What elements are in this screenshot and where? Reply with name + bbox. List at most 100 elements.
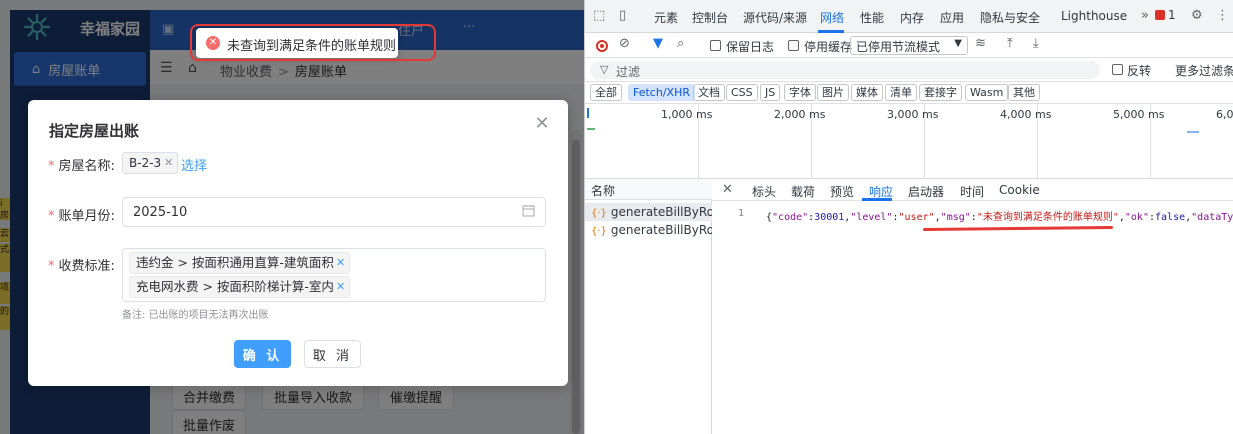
type-js[interactable]: JS [760,84,781,101]
request-detail: ✕ 标头 载荷 预览 响应 启动器 时间 Cookie 1 {"code":30… [712,179,1233,434]
filter-placeholder: 过滤 [616,65,641,79]
timeline-cursor [587,108,589,118]
type-doc[interactable]: 文档 [693,84,725,101]
request-row[interactable]: {·}generateBillByRo... [585,203,712,221]
remark-text: 备注: 已出账的项目无法再次出账 [122,310,269,321]
app-window: i房 云( 式 项 的 幸福家园 ⌂ 房屋账单 ▣ 住户 ··· ☰ ⌂ 物业 [0,0,584,434]
filter-icon: ▽ [600,63,609,76]
fee-standard-label: * 收费标准: [48,259,115,274]
more-tabs-icon[interactable]: » [1141,8,1149,23]
kebab-menu-icon[interactable]: ⋮ [1216,8,1229,23]
bill-month-label: * 账单月份: [48,209,115,224]
response-json[interactable]: {"code":30001,"level":"user","msg":"未查询到… [766,208,1233,223]
gear-icon[interactable]: ⚙ [1191,8,1203,23]
tab-cookie[interactable]: Cookie [999,183,1040,197]
devtools-tabbar: ⬚ ▯ 元素 控制台 源代码/来源 网络 性能 内存 应用 隐私与安全 Ligh… [585,0,1233,33]
close-icon[interactable]: ✕ [336,253,345,273]
search-icon[interactable]: ⌕ [677,36,684,51]
tab-memory[interactable]: 内存 [900,9,924,26]
tab-timing[interactable]: 时间 [960,183,984,200]
timeline-label: 3,000 ms [887,108,939,121]
download-icon[interactable]: ⤓ [1033,36,1039,51]
type-media[interactable]: 媒体 [851,84,883,101]
fee-tag: 充电网水费 > 按面积阶梯计算-室内 ✕ [129,276,351,298]
cancel-button[interactable]: 取 消 [304,340,361,368]
confirm-button[interactable]: 确 认 [234,340,291,368]
type-manifest[interactable]: 清单 [885,84,917,101]
devtools-panel: ⬚ ▯ 元素 控制台 源代码/来源 网络 性能 内存 应用 隐私与安全 Ligh… [584,0,1233,434]
record-icon[interactable] [596,40,608,52]
tab-sources[interactable]: 源代码/来源 [743,9,807,26]
tab-headers[interactable]: 标头 [752,183,776,200]
assign-house-bill-dialog: 指定房屋出账 ✕ * 房屋名称: B-2-3 ✕ 选择 * 账单月份: 2025-1… [28,100,568,386]
network-timeline[interactable]: 1,000 ms 2,000 ms 3,000 ms 4,000 ms 5,00… [585,104,1233,179]
invert-label: 反转 [1127,64,1152,78]
annotation-highlight [190,24,436,61]
preserve-log-label: 保留日志 [726,40,775,54]
close-icon[interactable]: ✕ [722,182,733,197]
tab-payload[interactable]: 载荷 [791,183,815,200]
close-icon[interactable]: ✕ [164,153,173,173]
house-tag-text: B-2-3 [129,156,162,170]
detail-tabbar: ✕ 标头 载荷 预览 响应 启动器 时间 Cookie [712,179,1233,201]
tab-console[interactable]: 控制台 [692,9,728,26]
throttle-value: 已停用节流模式 [856,40,941,54]
response-line: 1 {"code":30001,"level":"user","msg":"未查… [712,207,1233,223]
timeline-bar [1187,131,1199,133]
more-filters-button[interactable]: 更多过滤条件 [1175,62,1233,79]
timeline-label: 5,000 ms [1113,108,1165,121]
preserve-log-checkbox[interactable] [710,40,721,51]
annotation-underline [922,226,1114,231]
type-all[interactable]: 全部 [590,84,622,101]
line-number: 1 [738,208,745,219]
request-row[interactable]: {·}generateBillByRo... [585,221,712,239]
tab-elements[interactable]: 元素 [654,9,678,26]
filter-icon[interactable]: ▼ [653,36,663,51]
calendar-icon [522,205,535,217]
tab-performance[interactable]: 性能 [860,9,884,26]
throttle-select[interactable]: 已停用节流模式 ▼ [850,36,968,55]
type-css[interactable]: CSS [726,84,758,101]
inspect-icon[interactable]: ⬚ [593,8,605,23]
type-fetch-xhr[interactable]: Fetch/XHR [628,84,695,101]
timeline-bar [587,128,595,130]
timeline-label: 4,000 ms [1000,108,1052,121]
type-font[interactable]: 字体 [784,84,816,101]
bill-month-input[interactable]: 2025-10 [122,197,546,227]
wifi-icon[interactable]: ≋ [975,36,986,51]
choose-house-link[interactable]: 选择 [181,155,207,174]
tab-lighthouse[interactable]: Lighthouse [1061,9,1127,23]
request-list: 名称 {·}generateBillByRo... {·}generateBil… [585,179,712,434]
filter-input[interactable]: ▽ 过滤 [590,61,1100,79]
requests-header[interactable]: 名称 [585,179,712,200]
timeline-label: 1,000 ms [661,108,713,121]
house-tag: B-2-3 ✕ [122,152,179,174]
invert-checkbox[interactable] [1112,64,1123,75]
issue-count: 1 [1168,8,1176,22]
type-wasm[interactable]: Wasm [965,84,1009,101]
tab-privacy[interactable]: 隐私与安全 [980,9,1040,26]
timeline-label: 2,000 ms [774,108,826,121]
type-other[interactable]: 其他 [1008,84,1040,101]
clear-icon[interactable]: ⊘ [619,36,630,51]
resource-type-filters: 全部 Fetch/XHR 文档 CSS JS 字体 图片 媒体 清单 套接字 W… [585,82,1233,104]
tab-preview[interactable]: 预览 [830,183,854,200]
close-icon[interactable]: ✕ [532,114,552,134]
upload-icon[interactable]: ⤒ [1007,36,1013,51]
disable-cache-checkbox[interactable] [788,40,799,51]
fee-tag: 违约金 > 按面积通用直算-建筑面积 ✕ [129,252,351,274]
active-tab-indicator [862,198,892,201]
xhr-icon: {·} [591,226,607,237]
type-img[interactable]: 图片 [817,84,849,101]
type-socket[interactable]: 套接字 [919,84,962,101]
issues-badge-icon[interactable] [1155,10,1165,20]
house-name-label: * 房屋名称: [48,159,115,174]
request-name: generateBillByRo... [610,223,712,237]
fee-standard-select[interactable]: 违约金 > 按面积通用直算-建筑面积 ✕ 充电网水费 > 按面积阶梯计算-室内 … [122,248,546,302]
tab-initiator[interactable]: 启动器 [908,183,944,200]
device-toggle-icon[interactable]: ▯ [619,8,626,23]
tab-network[interactable]: 网络 [820,9,844,26]
timeline-label: 6,0 [1216,108,1233,121]
tab-application[interactable]: 应用 [940,9,964,26]
close-icon[interactable]: ✕ [336,277,345,297]
